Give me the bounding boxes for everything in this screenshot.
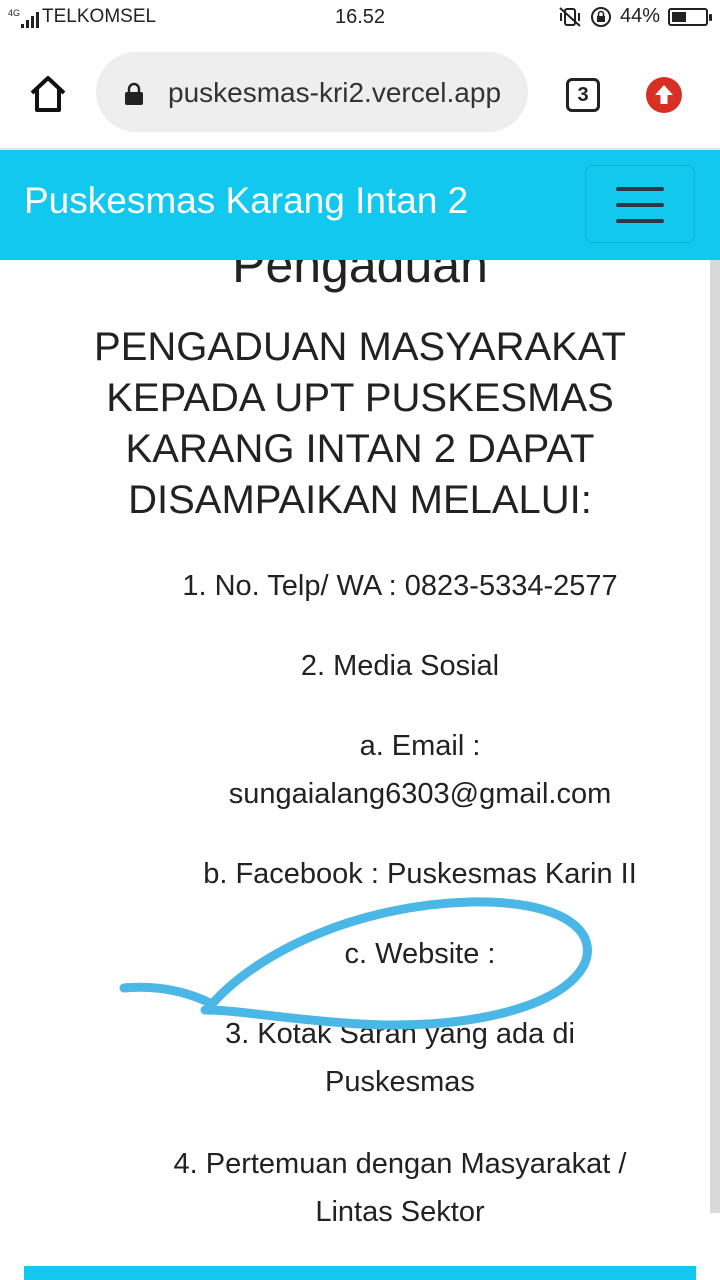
site-brand[interactable]: Puskesmas Karang Intan 2 bbox=[24, 180, 468, 222]
battery-level bbox=[672, 11, 686, 22]
vibrate-off-icon bbox=[559, 6, 581, 27]
address-bar[interactable]: puskesmas-kri2.vercel.app bbox=[96, 52, 528, 132]
status-bar: 4G TELKOMSEL 16.52 44% bbox=[0, 0, 720, 38]
home-button[interactable] bbox=[26, 72, 70, 116]
list-item-facebook: b. Facebook : Puskesmas Karin II bbox=[203, 858, 637, 890]
list-item-website: c. Website : bbox=[344, 938, 496, 970]
battery-icon bbox=[668, 7, 712, 26]
update-button[interactable] bbox=[646, 77, 682, 113]
intro-heading: PENGADUAN MASYARAKAT KEPADA UPT PUSKESMA… bbox=[94, 325, 626, 522]
home-icon bbox=[30, 76, 66, 112]
data-saver-icon bbox=[590, 6, 611, 27]
browser-toolbar: puskesmas-kri2.vercel.app 3 bbox=[0, 38, 720, 150]
list-item-community-meeting: 4. Pertemuan dengan Masyarakat / Lintas … bbox=[173, 1148, 627, 1228]
list-item-social-media: 2. Media Sosial bbox=[300, 650, 500, 682]
update-icon bbox=[655, 85, 673, 104]
tab-switcher-button[interactable]: 3 bbox=[566, 78, 600, 112]
list-item-phone: 1. No. Telp/ WA : 0823-5334-2577 bbox=[182, 570, 618, 602]
list-item-suggestion-box: 3. Kotak Saran yang ada di Puskesmas bbox=[225, 1018, 575, 1098]
list-item-email: a. Email : sungaialang6303@gmail.com bbox=[228, 730, 612, 810]
footer-strip bbox=[24, 1266, 696, 1280]
status-bar-right: 44% bbox=[558, 5, 712, 28]
battery-percent: 44% bbox=[619, 5, 660, 27]
scrollbar[interactable] bbox=[710, 193, 720, 1213]
site-navbar: Puskesmas Karang Intan 2 bbox=[0, 150, 720, 260]
url-text: puskesmas-kri2.vercel.app bbox=[168, 77, 502, 108]
lock-icon bbox=[125, 82, 143, 105]
hamburger-menu-icon bbox=[616, 187, 664, 191]
menu-toggle-button[interactable] bbox=[585, 165, 695, 243]
